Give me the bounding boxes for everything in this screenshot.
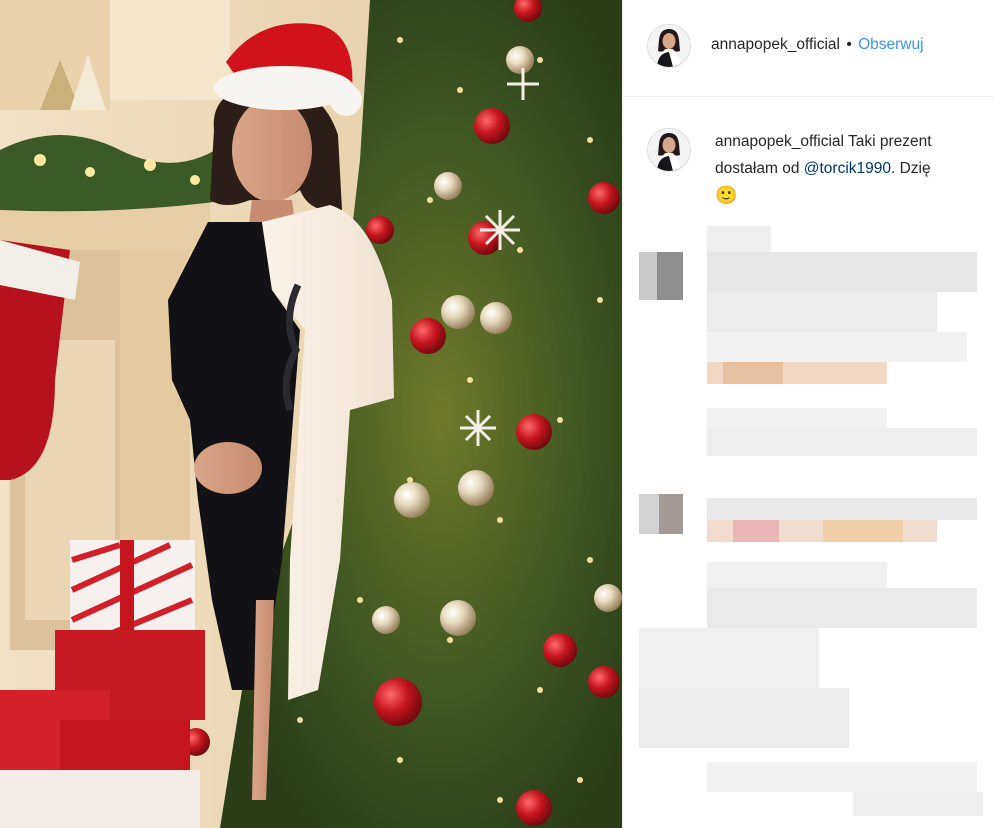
- caption-line-2: dostałam od @torcik1990. Dzię: [715, 155, 994, 182]
- caption-text-3: . Dzię: [891, 160, 931, 177]
- post-header: annapopek_official • Obserwuj: [623, 0, 994, 97]
- caption-text-2: dostałam od: [715, 160, 804, 177]
- mention-link[interactable]: @torcik1990: [804, 160, 891, 177]
- follow-button[interactable]: Obserwuj: [858, 36, 923, 53]
- caption-line-1: annapopek_official Taki prezent: [715, 128, 994, 155]
- caption-text-1: Taki prezent: [844, 133, 932, 150]
- avatar-icon: [648, 25, 690, 67]
- post-caption: annapopek_official Taki prezent dostałam…: [715, 128, 994, 210]
- caption-username-link[interactable]: annapopek_official: [715, 133, 844, 150]
- profile-avatar[interactable]: [647, 24, 691, 68]
- header-username-link[interactable]: annapopek_official: [711, 36, 840, 53]
- caption-avatar[interactable]: [647, 128, 691, 172]
- header-text: annapopek_official • Obserwuj: [711, 36, 924, 54]
- censored-comments-image: [639, 226, 983, 816]
- post-photo[interactable]: [0, 0, 622, 828]
- caption-line-3: 🙂: [715, 182, 994, 210]
- smiley-icon: 🙂: [715, 185, 738, 205]
- christmas-photo-image: [0, 0, 622, 828]
- post-sidebar: annapopek_official • Obserwuj annapopek_…: [622, 0, 994, 828]
- avatar-icon: [648, 129, 690, 171]
- separator-dot: •: [846, 36, 852, 53]
